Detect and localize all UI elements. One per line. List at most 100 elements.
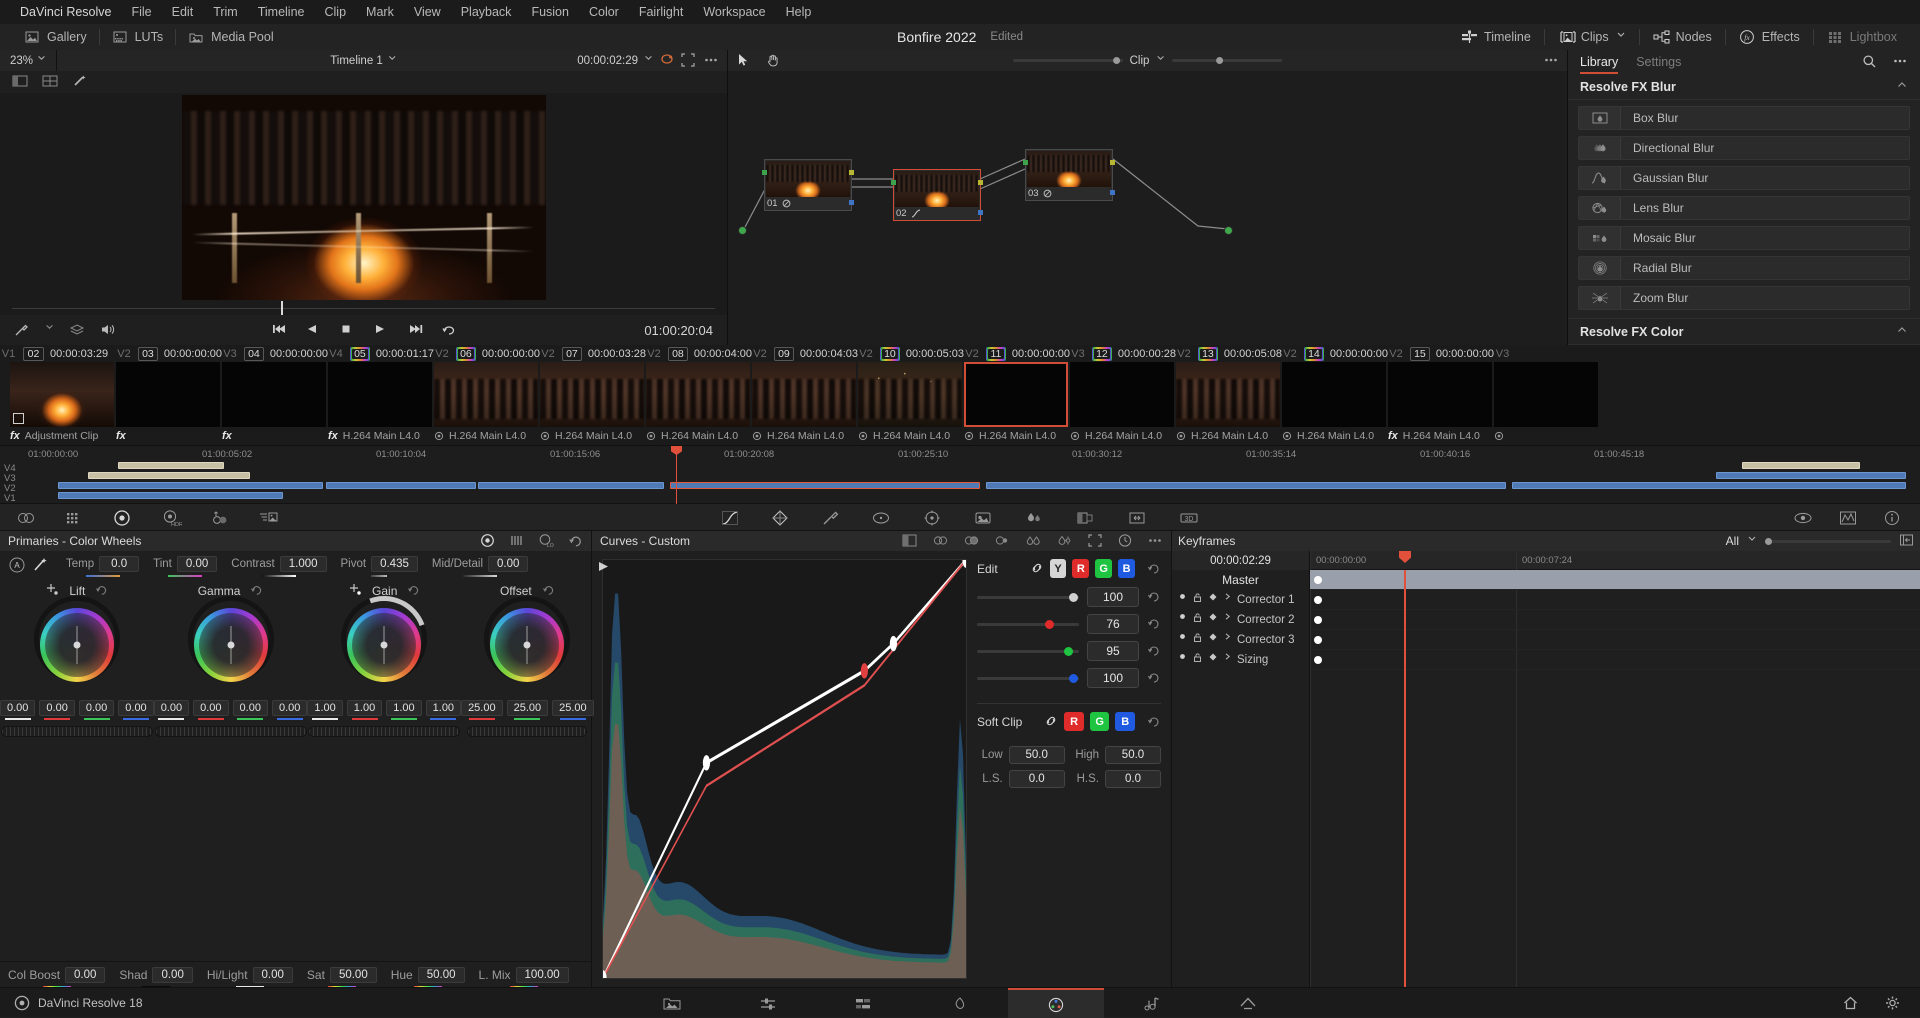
node-key-pin[interactable]	[849, 170, 854, 175]
wheel-gamma-control[interactable]	[188, 602, 274, 688]
pan-hand-icon[interactable]	[766, 53, 782, 69]
timeline-clip-selected[interactable]	[670, 482, 980, 489]
jump-to-start-icon[interactable]	[271, 322, 287, 338]
clip-thumbnail[interactable]	[116, 362, 220, 427]
keyframe-diamond-icon[interactable]	[1208, 592, 1218, 608]
wheel-offset-disc[interactable]	[490, 608, 564, 682]
keyframe-marker[interactable]	[1314, 616, 1322, 624]
sat-value[interactable]: 50.00	[330, 967, 377, 983]
node-bypass-icon[interactable]	[782, 199, 791, 208]
timeline-clip[interactable]	[1716, 472, 1906, 479]
node-output-pin[interactable]	[849, 200, 854, 205]
node-input-pin[interactable]	[891, 180, 896, 185]
chevron-down-icon[interactable]	[1616, 29, 1626, 45]
play-forward-icon[interactable]	[373, 322, 389, 338]
timeline-clip[interactable]	[478, 482, 664, 489]
soft-clip-channel-r[interactable]: R	[1064, 712, 1084, 731]
tab-library[interactable]: Library	[1580, 50, 1618, 74]
clip-thumbnail[interactable]	[858, 362, 962, 427]
chevron-down-icon[interactable]	[37, 53, 46, 69]
menu-item-mark[interactable]: Mark	[356, 0, 404, 24]
stereo-3d-icon[interactable]: 3D	[1178, 509, 1200, 525]
wheel-value-y[interactable]: 1.00	[307, 700, 342, 720]
effects-toggle-button[interactable]: fx Effects	[1726, 24, 1813, 50]
enable-dot-icon[interactable]	[1178, 592, 1187, 608]
loop-playback-icon[interactable]	[659, 53, 675, 69]
curve-graph[interactable]	[602, 559, 967, 979]
node-output-terminal[interactable]	[1224, 226, 1233, 235]
auto-balance-a-icon[interactable]: A	[8, 556, 26, 572]
keyframes-lane-sizing[interactable]	[1310, 650, 1920, 670]
chevron-right-icon[interactable]	[1223, 592, 1232, 608]
clip-thumbnail[interactable]	[752, 362, 856, 427]
keyframes-playhead[interactable]	[1404, 570, 1406, 987]
node-03[interactable]: 03	[1025, 149, 1113, 201]
chevron-right-icon[interactable]	[1223, 632, 1232, 648]
curve-value-y[interactable]: 100	[1087, 587, 1139, 607]
lock-icon[interactable]	[1192, 652, 1203, 668]
highlight-value[interactable]: 0.00	[253, 967, 293, 983]
clip-thumbnail[interactable]	[1282, 362, 1386, 427]
picker-plus-icon[interactable]	[348, 583, 362, 599]
clip-number-badge[interactable]: 15	[1410, 347, 1430, 361]
shadow-value[interactable]: 0.00	[152, 967, 192, 983]
curve-channel-b[interactable]: B	[1118, 559, 1135, 578]
wheel-value-r[interactable]: 0.00	[39, 700, 74, 720]
timeline-playhead[interactable]	[676, 446, 677, 504]
chevron-right-icon[interactable]	[1223, 612, 1232, 628]
page-media[interactable]	[624, 988, 720, 1018]
menu-item-clip[interactable]: Clip	[315, 0, 357, 24]
curve-value-r[interactable]: 76	[1087, 614, 1139, 634]
keyframes-row-corrector-2[interactable]: Corrector 2	[1172, 610, 1309, 630]
curve-control-point[interactable]	[861, 663, 868, 678]
chevron-up-icon[interactable]	[1896, 324, 1908, 340]
node-size-slider-left[interactable]	[1013, 59, 1123, 62]
keyframes-lane-corrector-1[interactable]	[1310, 590, 1920, 610]
wheel-gamma-ridge-slider[interactable]	[155, 726, 307, 737]
clip-thumbnail[interactable]	[964, 362, 1068, 427]
wheel-value-y[interactable]: 0.00	[154, 700, 189, 720]
collapse-panel-icon[interactable]	[1899, 533, 1914, 549]
blur-panel-icon[interactable]	[1024, 509, 1044, 525]
wheel-lift-control[interactable]	[34, 602, 120, 688]
picker-plus-icon[interactable]	[45, 583, 59, 599]
fx-item-directional-blur[interactable]: Directional Blur	[1578, 136, 1910, 160]
wheel-value-y[interactable]: 0.00	[0, 700, 35, 720]
curve-sat-vs-sat-icon[interactable]	[1056, 533, 1073, 549]
chevron-down-icon[interactable]	[45, 322, 54, 338]
node-02[interactable]: 02	[893, 169, 981, 221]
chevron-down-icon[interactable]	[1747, 533, 1757, 549]
hue-field[interactable]: Hue 50.00	[391, 967, 465, 983]
node-graph-mode-selector[interactable]: Clip	[1013, 53, 1283, 69]
keyframe-diamond-icon[interactable]	[1208, 612, 1218, 628]
curve-hue-vs-lum-icon[interactable]	[994, 533, 1011, 549]
viewer-scrubber[interactable]	[0, 301, 727, 315]
curve-control-point[interactable]	[890, 636, 897, 651]
keyframe-marker[interactable]	[1314, 656, 1322, 664]
menu-item-timeline[interactable]: Timeline	[248, 0, 315, 24]
color-wheels-icon[interactable]	[112, 509, 132, 525]
link-channels-icon[interactable]	[1044, 714, 1058, 730]
wheel-value-g[interactable]: 1.00	[386, 700, 421, 720]
sizing-icon[interactable]	[1126, 509, 1148, 525]
wheel-value-r[interactable]: 0.00	[193, 700, 228, 720]
keyframe-marker[interactable]	[1314, 636, 1322, 644]
log-wheels-mode-icon[interactable]: LOG	[538, 533, 554, 549]
mid-detail-value[interactable]: 0.00	[488, 556, 528, 572]
slider-knob[interactable]	[1765, 538, 1772, 545]
wheel-offset-control[interactable]	[484, 602, 570, 688]
keyframes-zoom-slider[interactable]	[1765, 540, 1891, 543]
soft-clip-ls-value[interactable]: 0.0	[1009, 770, 1065, 788]
soft-clip-channel-b[interactable]: B	[1115, 712, 1135, 731]
nodes-toggle-button[interactable]: Nodes	[1640, 24, 1725, 50]
fx-section-color-header[interactable]: Resolve FX Color	[1568, 318, 1920, 345]
curve-graph-svg[interactable]	[603, 560, 966, 978]
clip-thumbnail[interactable]	[1070, 362, 1174, 427]
node-input-pin[interactable]	[1023, 160, 1028, 165]
wheel-handle[interactable]	[73, 642, 80, 649]
qualifier-picker-icon[interactable]	[820, 509, 840, 525]
slider-knob-y[interactable]	[1069, 593, 1078, 602]
reset-icon[interactable]	[1147, 670, 1161, 686]
fullscreen-icon[interactable]	[681, 53, 697, 69]
value-text[interactable]: 0.00	[233, 700, 268, 716]
